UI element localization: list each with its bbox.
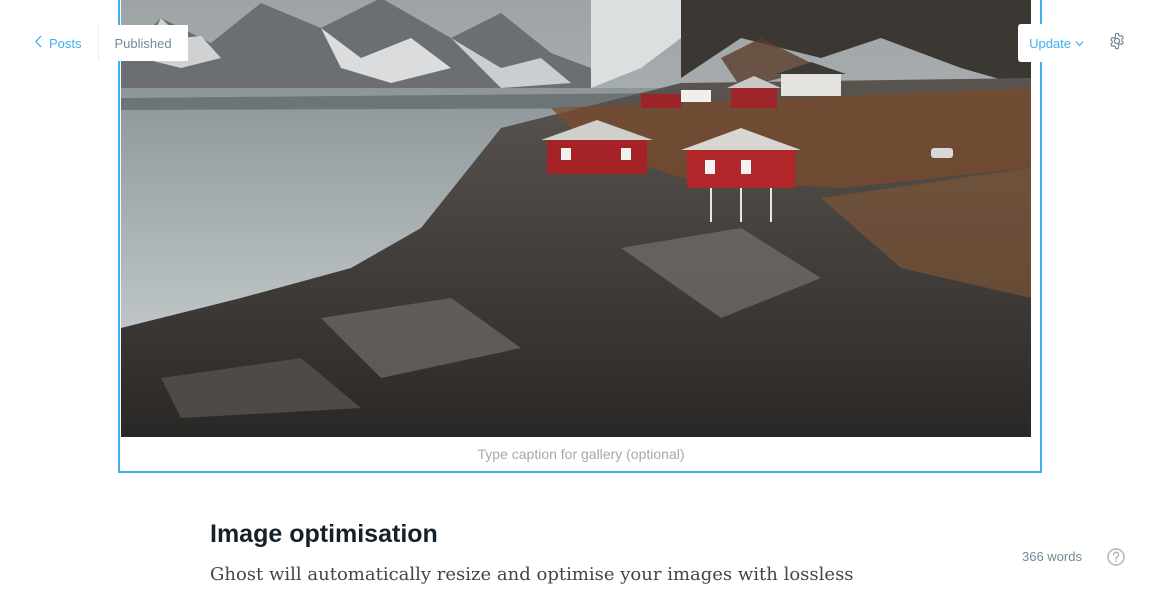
settings-gear-icon [1108, 32, 1126, 55]
post-settings-button[interactable] [1098, 24, 1136, 62]
post-status: Published [98, 25, 188, 61]
help-button[interactable] [1106, 547, 1126, 567]
chevron-down-icon [1075, 36, 1084, 51]
question-circle-icon [1106, 548, 1126, 571]
update-button[interactable]: Update [1018, 24, 1095, 62]
gallery-image[interactable] [121, 0, 1031, 437]
gallery-photo [121, 0, 1031, 437]
section-heading[interactable]: Image optimisation [210, 520, 438, 549]
editor-header-left: Posts Published [0, 25, 188, 61]
word-count: 366 words [1022, 549, 1082, 564]
back-link-label: Posts [49, 35, 82, 51]
body-paragraph[interactable]: Ghost will automatically resize and opti… [210, 564, 854, 585]
chevron-left-icon [34, 35, 43, 51]
gallery-caption-input[interactable]: Type caption for gallery (optional) [120, 446, 1042, 462]
update-button-label: Update [1029, 35, 1071, 51]
back-to-posts-link[interactable]: Posts [0, 25, 99, 61]
editor-header-right: Update [1018, 24, 1160, 62]
gallery-card[interactable]: Type caption for gallery (optional) [118, 0, 1042, 473]
